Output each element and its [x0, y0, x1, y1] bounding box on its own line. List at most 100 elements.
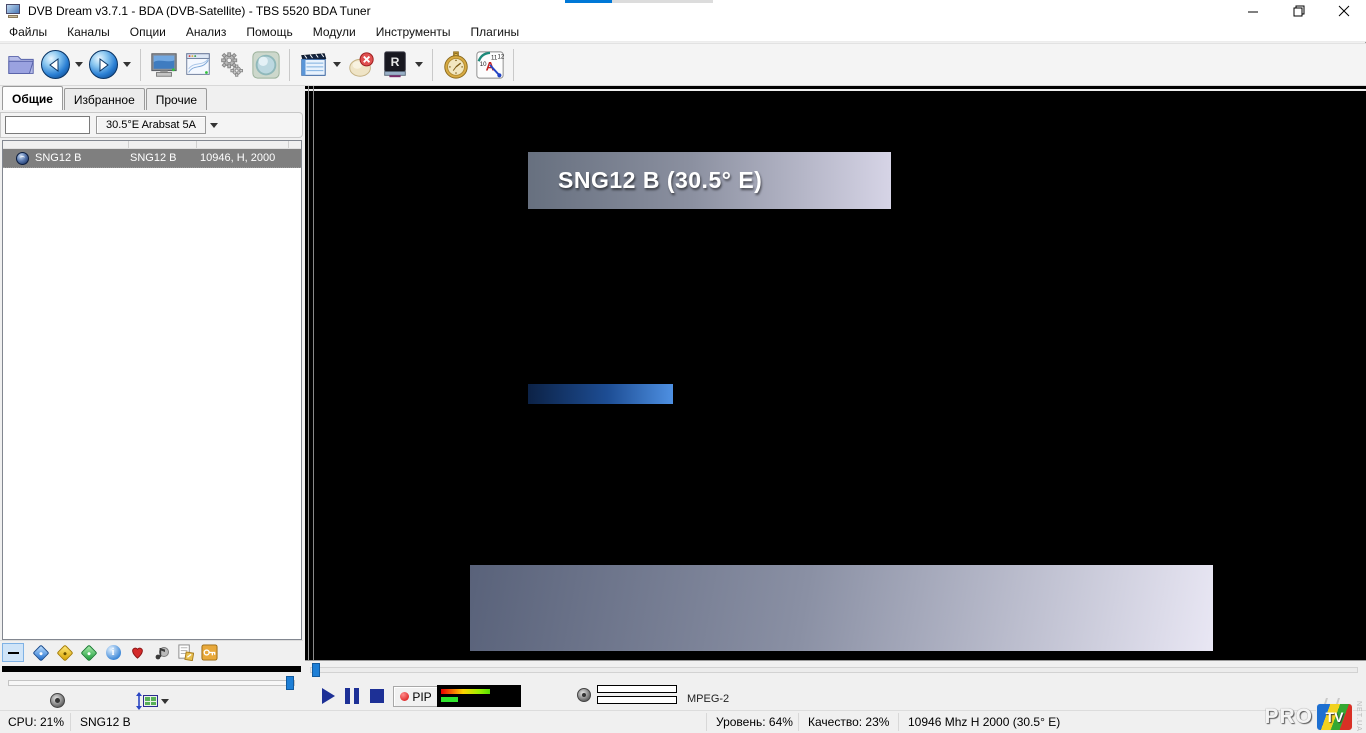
seek-slider-handle[interactable] — [312, 663, 320, 677]
stop-button[interactable] — [370, 689, 384, 703]
channel-list-toolbar: i — [0, 640, 303, 664]
close-button[interactable] — [1321, 0, 1366, 22]
channel-filter-input[interactable] — [5, 116, 90, 134]
record-letter: R — [391, 54, 400, 68]
tab-favorites[interactable]: Избранное — [64, 88, 145, 110]
track-list-icon — [143, 695, 158, 707]
pip-label: PIP — [412, 690, 431, 704]
channel-info-icon[interactable]: i — [104, 644, 122, 662]
remove-channel-button[interactable] — [2, 643, 24, 662]
video-display[interactable]: SNG12 B (30.5° E) — [305, 86, 1366, 660]
menu-channels[interactable]: Каналы — [57, 22, 120, 42]
cpu-usage: CPU: 21% — [8, 715, 64, 729]
status-bar: CPU: 21% SNG12 B Уровень: 64% Качество: … — [0, 710, 1366, 733]
prev-channel-button[interactable] — [39, 49, 71, 81]
watermark-tv-text: TV — [1326, 709, 1344, 725]
menu-plugins[interactable]: Плагины — [461, 22, 530, 42]
channel-row-selected[interactable]: SNG12 B SNG12 B 10946, H, 2000 — [3, 149, 301, 168]
prev-channel-dropdown[interactable] — [75, 62, 83, 67]
tab-common[interactable]: Общие — [2, 86, 63, 110]
toolbar-separator — [513, 49, 514, 81]
settings-gears-icon[interactable] — [216, 49, 248, 81]
video-left-border — [308, 86, 309, 660]
title-bar: DVB Dream v3.7.1 - BDA (DVB-Satellite) -… — [0, 0, 1366, 22]
pip-button[interactable]: PIP — [393, 686, 439, 707]
lock-channel-icon[interactable] — [200, 644, 218, 662]
speaker-icon[interactable] — [50, 693, 65, 708]
record-dropdown[interactable] — [415, 62, 423, 67]
tuning-info: 10946 Mhz H 2000 (30.5° E) — [908, 715, 1060, 729]
fullscreen-icon[interactable] — [148, 49, 180, 81]
channel-folder-icon[interactable] — [5, 49, 37, 81]
toolbar-separator — [289, 49, 290, 81]
seek-slider[interactable] — [310, 667, 1358, 673]
menu-analysis[interactable]: Анализ — [176, 22, 237, 42]
osd-sphere-icon[interactable] — [250, 49, 282, 81]
video-clips-icon[interactable] — [297, 49, 329, 81]
volume-slider[interactable] — [0, 676, 303, 690]
channel-list[interactable]: SNG12 B SNG12 B 10946, H, 2000 — [2, 140, 302, 640]
pause-button[interactable] — [345, 688, 359, 704]
window-title: DVB Dream v3.7.1 - BDA (DVB-Satellite) -… — [28, 4, 371, 18]
signal-quality-text: Качество: 23% — [808, 715, 889, 729]
svg-text:12: 12 — [498, 53, 505, 60]
video-window-icon[interactable] — [182, 49, 214, 81]
favorite-icon[interactable] — [128, 644, 146, 662]
video-clips-dropdown[interactable] — [333, 62, 341, 67]
channel-params: 10946, H, 2000 — [200, 152, 300, 164]
sort-channels-icon[interactable] — [56, 644, 74, 662]
background-window-edge — [565, 0, 713, 3]
codec-label: MPEG-2 — [687, 693, 729, 705]
channel-list-header — [3, 141, 301, 149]
app-icon — [6, 4, 22, 18]
panel-divider — [2, 666, 301, 672]
next-channel-button[interactable] — [87, 49, 119, 81]
menu-tools[interactable]: Инструменты — [366, 22, 461, 42]
restore-button[interactable] — [1276, 0, 1321, 22]
channel-name: SNG12 B — [35, 152, 130, 164]
menu-options[interactable]: Опции — [120, 22, 176, 42]
audio-track-selector[interactable] — [135, 692, 172, 710]
track-arrows-icon — [135, 692, 143, 710]
main-toolbar: R 11 12 10 A — [0, 43, 1366, 86]
edit-channel-icon[interactable] — [176, 644, 194, 662]
audio-track-icon[interactable] — [152, 644, 170, 662]
volume-slider-handle[interactable] — [286, 676, 294, 690]
watermark-tv-icon: TV — [1316, 703, 1353, 731]
player-controls: PIP MPEG-2 — [305, 660, 1366, 710]
channel-tabs: Общие Избранное Прочие — [2, 88, 208, 110]
osd-channel-name: SNG12 B (30.5° E) — [528, 167, 762, 194]
satellite-select-caret[interactable] — [210, 123, 218, 128]
mute-icon[interactable] — [345, 49, 377, 81]
audio-row — [0, 692, 303, 710]
play-button[interactable] — [322, 688, 335, 704]
next-channel-dropdown[interactable] — [123, 62, 131, 67]
satellite-select[interactable]: 30.5°E Arabsat 5A — [96, 116, 206, 134]
status-separator — [898, 713, 899, 731]
filter-row: 30.5°E Arabsat 5A — [0, 112, 303, 138]
minimize-button[interactable] — [1231, 0, 1276, 22]
menu-modules[interactable]: Модули — [303, 22, 366, 42]
record-icon[interactable]: R — [379, 49, 411, 81]
osd-bottom-banner — [470, 565, 1213, 651]
toolbar-separator — [140, 49, 141, 81]
protv-watermark: PRO TV NET.UA — [1264, 701, 1362, 732]
channel-panel: Общие Избранное Прочие 30.5°E Arabsat 5A… — [0, 86, 305, 710]
timeshift-watch-icon[interactable] — [440, 49, 472, 81]
tab-other[interactable]: Прочие — [146, 88, 207, 110]
menu-help[interactable]: Помощь — [236, 22, 302, 42]
video-left-border — [313, 86, 314, 660]
channel-service: SNG12 B — [130, 152, 200, 164]
refresh-channels-icon[interactable] — [80, 644, 98, 662]
channel-type-icon — [16, 152, 29, 165]
vu-meters — [597, 685, 677, 707]
scheduler-icon[interactable]: 11 12 10 A — [474, 49, 506, 81]
menu-files[interactable]: Файлы — [0, 22, 57, 42]
move-channel-icon[interactable] — [32, 644, 50, 662]
watermark-pro-text: PRO — [1264, 705, 1313, 729]
audio-speaker-icon[interactable] — [577, 688, 591, 702]
track-list-caret[interactable] — [161, 699, 169, 704]
watermark-domain: NET.UA — [1355, 701, 1362, 732]
video-top-border — [305, 89, 1366, 91]
status-separator — [70, 713, 71, 731]
